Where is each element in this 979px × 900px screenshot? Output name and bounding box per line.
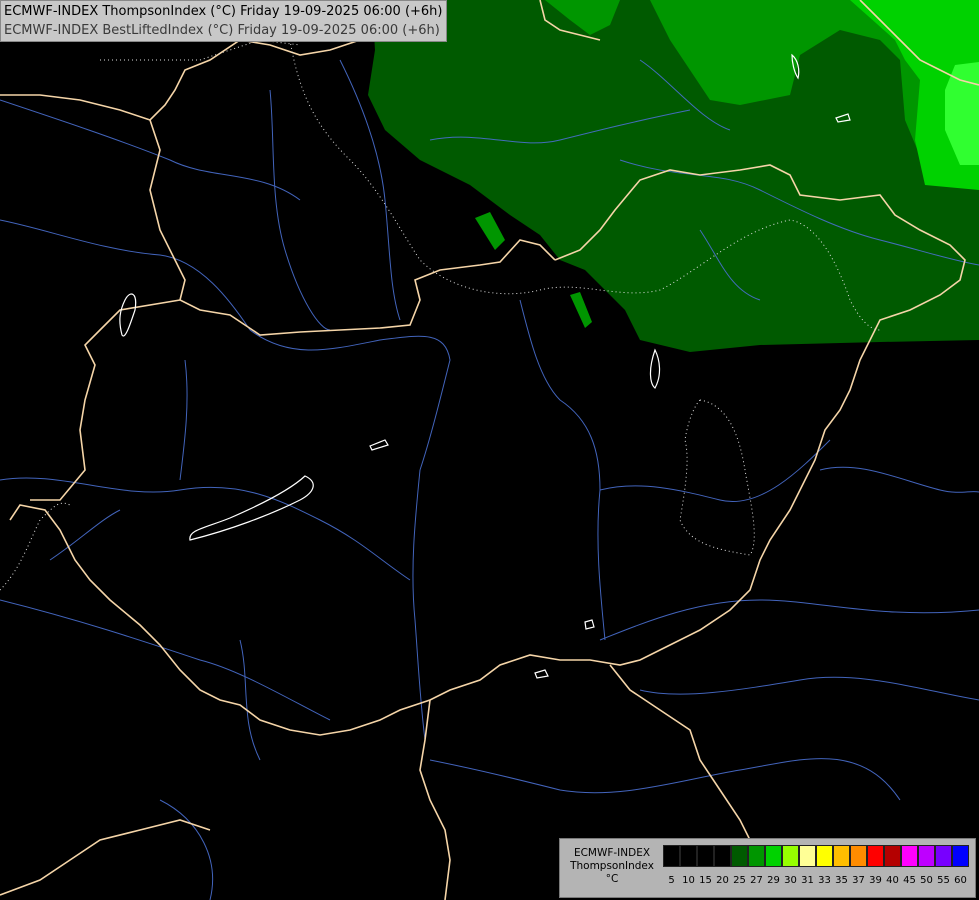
legend-swatch [731,845,748,867]
color-legend: ECMWF-INDEX ThompsonIndex °C 5 10 15 20 25 27… [559,838,976,898]
legend-swatch [935,845,952,867]
legend-swatch [850,845,867,867]
legend-swatch [663,845,680,867]
legend-swatch [680,845,697,867]
legend-swatch [714,845,731,867]
title-thompson-index: ECMWF-INDEX ThompsonIndex (°C) Friday 19… [4,4,443,19]
legend-swatch [884,845,901,867]
legend-label: ECMWF-INDEX ThompsonIndex °C [566,847,658,886]
legend-swatch [867,845,884,867]
legend-model: ECMWF-INDEX [573,847,651,859]
legend-swatch [748,845,765,867]
legend-swatch [952,845,969,867]
legend-param: ThompsonIndex [570,860,654,872]
legend-swatch [816,845,833,867]
forecast-map [0,0,979,900]
legend-swatch [697,845,714,867]
legend-tick-label: 60 [954,875,967,886]
legend-swatch [918,845,935,867]
legend-swatch [833,845,850,867]
title-best-lifted-index: ECMWF-INDEX BestLiftedIndex (°C) Friday … [4,23,440,38]
map-title-box: ECMWF-INDEX ThompsonIndex (°C) Friday 19… [0,0,447,42]
legend-unit: °C [605,873,619,885]
legend-swatch [782,845,799,867]
legend-swatch [799,845,816,867]
legend-swatch [765,845,782,867]
legend-swatch [901,845,918,867]
